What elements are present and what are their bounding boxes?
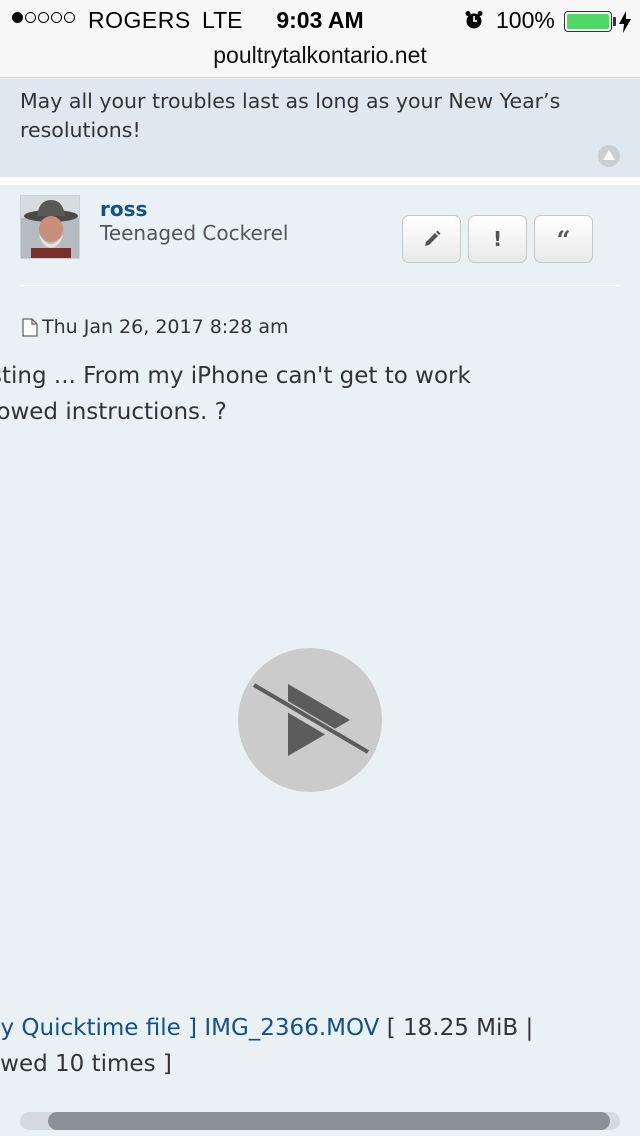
browser-top-bar: ROGERS LTE 9:03 AM 100% poultrytalkontar… xyxy=(0,0,640,78)
post-date: Thu Jan 26, 2017 8:28 am xyxy=(42,316,289,338)
pencil-icon xyxy=(424,230,440,246)
alarm-clock-icon xyxy=(465,11,483,29)
attachment-views: ewed 10 times ] xyxy=(0,1051,172,1077)
signature-text: May all your troubles last as long as yo… xyxy=(20,89,561,142)
post-content: sting ... From my iPhone can't get to wo… xyxy=(0,363,640,443)
post-file-icon[interactable] xyxy=(22,317,38,337)
attachment-info: lay Quicktime file ] IMG_2366.MOV [ 18.2… xyxy=(0,1015,640,1095)
post-header-divider xyxy=(20,285,620,286)
avatar[interactable] xyxy=(20,195,80,259)
post-date-row: Thu Jan 26, 2017 8:28 am xyxy=(22,316,289,338)
post-separator xyxy=(0,177,640,185)
post-text-line: sting ... From my iPhone can't get to wo… xyxy=(0,363,471,389)
attachment-size: [ 18.25 MiB | xyxy=(379,1015,534,1041)
post-author-rank: Teenaged Cockerel xyxy=(100,221,289,245)
post-text-line: lowed instructions. ? xyxy=(0,399,227,425)
quote-post-button[interactable]: “ xyxy=(534,215,593,263)
previous-post-signature: May all your troubles last as long as yo… xyxy=(0,79,640,177)
report-post-button[interactable]: ! xyxy=(468,215,527,263)
scrollbar-thumb[interactable] xyxy=(48,1112,610,1130)
charging-bolt-icon xyxy=(619,11,631,33)
back-to-top-icon[interactable] xyxy=(598,145,620,167)
horizontal-scrollbar[interactable] xyxy=(20,1112,620,1130)
battery-percent: 100% xyxy=(496,7,555,33)
forum-post: ross Teenaged Cockerel ! “ Thu Jan 26, 2… xyxy=(0,185,640,1136)
battery-cap xyxy=(613,17,616,26)
battery-icon xyxy=(564,11,612,32)
quote-icon: “ xyxy=(556,224,571,254)
attachment-line: lay Quicktime file ] IMG_2366.MOV [ 18.2… xyxy=(0,1015,533,1041)
avatar-image xyxy=(21,196,79,258)
report-icon: ! xyxy=(492,227,503,251)
status-bar: ROGERS LTE 9:03 AM 100% xyxy=(0,6,640,36)
edit-post-button[interactable] xyxy=(402,215,461,263)
post-author-name[interactable]: ross xyxy=(100,197,147,221)
address-bar-url[interactable]: poultrytalkontario.net xyxy=(0,42,640,69)
attachment-link[interactable]: lay Quicktime file ] IMG_2366.MOV xyxy=(0,1015,379,1041)
video-unavailable-icon[interactable] xyxy=(238,648,382,792)
